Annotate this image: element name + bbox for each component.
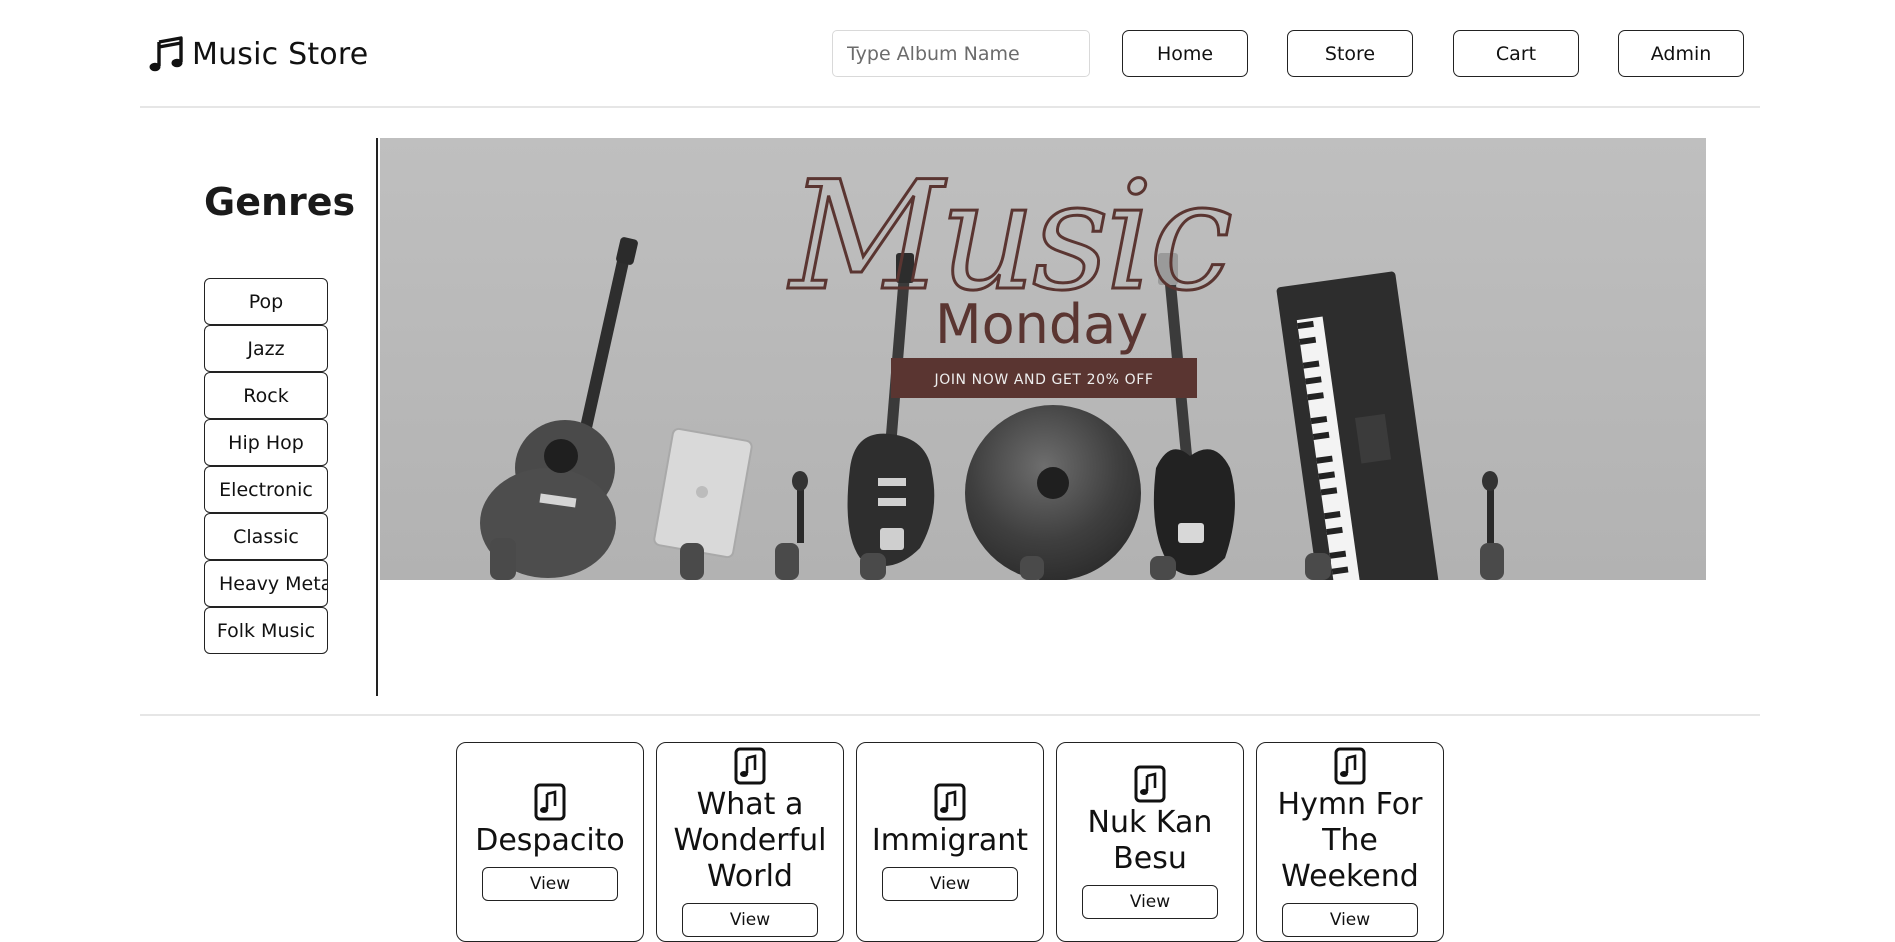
promo-banner[interactable]: Music Monday JOIN NOW AND GET 20% OFF: [380, 138, 1706, 580]
genre-button-jazz[interactable]: Jazz: [204, 325, 328, 372]
genre-button-classic[interactable]: Classic: [204, 513, 328, 560]
brand[interactable]: Music Store: [146, 32, 368, 76]
home-button[interactable]: Home: [1122, 30, 1248, 77]
music-file-icon: [734, 747, 766, 785]
genre-sidebar: Genres Pop Jazz Rock Hip Hop Electronic …: [140, 138, 378, 696]
album-title: Immigrant: [871, 823, 1029, 858]
banner-cta-text: JOIN NOW AND GET 20% OFF: [933, 372, 1153, 388]
view-album-button[interactable]: View: [682, 903, 818, 937]
music-file-icon: [934, 783, 966, 821]
main-content: Genres Pop Jazz Rock Hip Hop Electronic …: [140, 108, 1760, 716]
view-album-button[interactable]: View: [1282, 903, 1418, 937]
view-album-button[interactable]: View: [1082, 885, 1218, 919]
cymbal-icon: [965, 405, 1141, 580]
genre-button-heavy-metal[interactable]: Heavy Metal: [204, 560, 328, 607]
genre-button-folk-music[interactable]: Folk Music: [204, 607, 328, 654]
album-card[interactable]: Hymn For The Weekend View: [1256, 742, 1444, 942]
genre-button-hip-hop[interactable]: Hip Hop: [204, 419, 328, 466]
album-card[interactable]: What a Wonderful World View: [656, 742, 844, 942]
banner-image: Music Monday JOIN NOW AND GET 20% OFF: [380, 138, 1706, 580]
album-title: Hymn For The Weekend: [1277, 787, 1423, 894]
genre-list: Pop Jazz Rock Hip Hop Electronic Classic…: [204, 278, 328, 654]
album-search-input[interactable]: [832, 30, 1090, 77]
album-title: Nuk Kan Besu: [1087, 805, 1213, 876]
genres-heading: Genres: [204, 180, 356, 224]
banner-title: Monday: [935, 293, 1148, 356]
store-button[interactable]: Store: [1287, 30, 1413, 77]
genre-button-electronic[interactable]: Electronic: [204, 466, 328, 513]
album-title: Despacito: [475, 823, 625, 858]
album-card[interactable]: Immigrant View: [856, 742, 1044, 942]
music-file-icon: [1134, 765, 1166, 803]
view-album-button[interactable]: View: [482, 867, 618, 901]
cart-button[interactable]: Cart: [1453, 30, 1579, 77]
music-note-icon: [149, 36, 183, 72]
genre-button-pop[interactable]: Pop: [204, 278, 328, 325]
album-card[interactable]: Despacito View: [456, 742, 644, 942]
top-navbar: Music Store Home Store Cart Admin: [140, 0, 1760, 108]
music-file-icon: [1334, 747, 1366, 785]
music-file-icon: [534, 783, 566, 821]
brand-name: Music Store: [192, 36, 369, 72]
album-title: What a Wonderful World: [673, 787, 827, 894]
view-album-button[interactable]: View: [882, 867, 1018, 901]
album-card[interactable]: Nuk Kan Besu View: [1056, 742, 1244, 942]
genre-button-rock[interactable]: Rock: [204, 372, 328, 419]
album-grid: Despacito View What a Wonderful World Vi…: [456, 742, 1456, 942]
admin-button[interactable]: Admin: [1618, 30, 1744, 77]
